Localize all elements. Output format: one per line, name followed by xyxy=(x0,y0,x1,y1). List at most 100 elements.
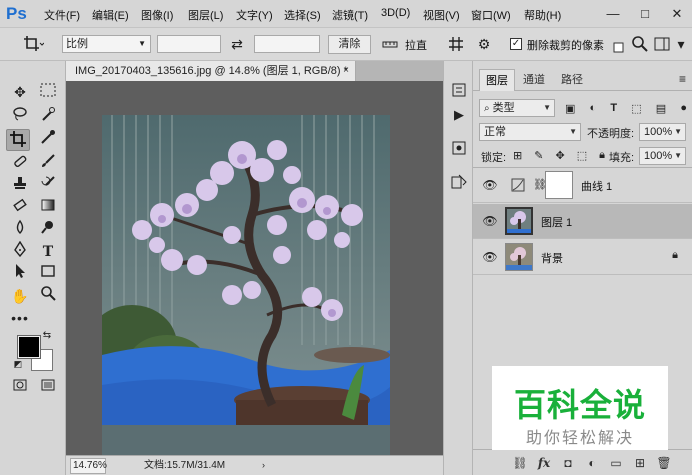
eraser-tool-icon[interactable] xyxy=(8,197,32,219)
dodge-tool-icon[interactable] xyxy=(36,219,60,241)
lasso-tool-icon[interactable] xyxy=(8,106,32,128)
zoom-tool-icon[interactable] xyxy=(36,285,60,307)
layer-filter-select[interactable]: ⌕ 类型 ▼ xyxy=(479,99,555,117)
chevron-down-icon[interactable]: ▾ xyxy=(672,34,690,54)
tab-channels[interactable]: 通道 xyxy=(517,69,551,91)
lock-icons: ⊞ ✎ ✥ ⬚ 🔒︎ xyxy=(513,147,605,163)
minimize-button[interactable]: — xyxy=(602,4,624,24)
watermark-logo: 百科全说 助你轻松解决 xyxy=(492,366,668,450)
swap-dimensions-icon[interactable]: ⇄ xyxy=(227,34,247,54)
history-panel-icon[interactable] xyxy=(449,81,469,101)
default-colors-icon[interactable]: ◩ xyxy=(12,358,24,370)
clear-button[interactable]: 清除 xyxy=(328,35,371,54)
crop-height-input[interactable] xyxy=(254,35,320,53)
brush-tool-icon[interactable] xyxy=(36,153,60,175)
lock-image-icon[interactable]: ✎ xyxy=(534,149,543,162)
smart-object-filter-icon[interactable]: ▤ xyxy=(656,102,666,115)
close-tab-icon[interactable]: × xyxy=(343,61,349,81)
type-filter-icon[interactable]: T xyxy=(610,102,617,114)
new-layer-icon[interactable]: ⊞ xyxy=(631,454,649,472)
blur-tool-icon[interactable] xyxy=(8,219,32,241)
mask-icon[interactable]: ◘ xyxy=(559,454,577,472)
play-actions-icon[interactable]: ▶ xyxy=(449,105,469,125)
eyedropper-tool-icon[interactable] xyxy=(36,129,60,151)
properties-panel-icon[interactable] xyxy=(449,139,469,159)
overlay-grid-icon[interactable] xyxy=(446,34,466,54)
swap-colors-icon[interactable]: ⇆ xyxy=(40,329,54,343)
chevron-right-icon[interactable]: › xyxy=(262,456,265,475)
history-brush-tool-icon[interactable] xyxy=(36,175,60,197)
eye-icon[interactable]: 👁︎ xyxy=(482,250,498,264)
foreground-color-swatch[interactable] xyxy=(17,335,41,359)
menu-help[interactable]: 帮助(H) xyxy=(524,7,561,23)
menu-edit[interactable]: 编辑(E) xyxy=(92,7,129,23)
hand-tool-icon[interactable]: ✋ xyxy=(8,285,32,307)
menu-image[interactable]: 图像(I) xyxy=(141,7,173,23)
marquee-tool-icon[interactable] xyxy=(36,81,60,103)
menu-filter[interactable]: 滤镜(T) xyxy=(332,7,368,23)
crop-tool-icon[interactable] xyxy=(6,129,30,151)
tab-paths[interactable]: 路径 xyxy=(555,69,589,91)
layer-row-layer1[interactable]: 👁︎ 图层 1 xyxy=(473,204,692,239)
lock-icon[interactable]: 🔒︎ xyxy=(672,249,678,262)
zoom-level-field[interactable]: 14.76% xyxy=(70,458,107,474)
menu-select[interactable]: 选择(S) xyxy=(284,7,321,23)
crop-tool-preset-icon[interactable] xyxy=(20,34,46,54)
adjustments-panel-icon[interactable] xyxy=(449,173,469,193)
screen-mode-icon[interactable] xyxy=(36,377,60,399)
straighten-icon[interactable] xyxy=(380,34,400,54)
quick-select-tool-icon[interactable] xyxy=(36,106,60,128)
bonsai-photo[interactable] xyxy=(102,115,390,475)
adjustment-icon[interactable]: ◐ xyxy=(583,454,601,472)
close-button[interactable]: ✕ xyxy=(666,4,688,24)
panel-menu-icon[interactable]: ≡ xyxy=(679,72,686,86)
adjustment-filter-icon[interactable]: ◐ xyxy=(590,102,597,114)
lock-all-icon[interactable]: 🔒︎ xyxy=(599,149,605,162)
type-tool-icon[interactable]: T xyxy=(36,241,60,263)
menu-layer[interactable]: 图层(L) xyxy=(188,7,223,23)
filter-toggle-icon[interactable]: ● xyxy=(680,102,687,114)
layer-row-background[interactable]: 👁︎ 背景 🔒︎ xyxy=(473,240,692,275)
eye-icon[interactable]: 👁︎ xyxy=(482,214,498,228)
fill-input[interactable]: 100% ▼ xyxy=(639,147,686,165)
menu-type[interactable]: 文字(Y) xyxy=(236,7,273,23)
search-icon[interactable] xyxy=(630,34,650,54)
blend-mode-select[interactable]: 正常 ▼ xyxy=(479,123,581,141)
quick-mask-icon[interactable] xyxy=(8,377,32,399)
trash-icon[interactable]: 🗑︎ xyxy=(655,454,673,472)
straighten-label[interactable]: 拉直 xyxy=(405,37,427,53)
crop-width-input[interactable] xyxy=(157,35,221,53)
opacity-input[interactable]: 100% ▼ xyxy=(639,123,686,141)
pen-tool-icon[interactable] xyxy=(8,240,32,263)
path-selection-tool-icon[interactable] xyxy=(8,263,32,285)
lock-transparent-icon[interactable]: ⊞ xyxy=(513,149,522,162)
tab-layers[interactable]: 图层 xyxy=(479,69,515,91)
eye-icon[interactable]: 👁︎ xyxy=(482,178,498,192)
gear-icon[interactable]: ⚙ xyxy=(474,34,494,54)
rectangle-tool-icon[interactable] xyxy=(36,263,60,285)
lock-position-icon[interactable]: ✥ xyxy=(555,149,564,162)
fx-icon[interactable]: fx xyxy=(535,454,553,472)
crop-ratio-select[interactable]: 比例 ▼ xyxy=(62,35,151,53)
move-tool-icon[interactable]: ✥ xyxy=(8,81,32,103)
panel-tabs: 图层 通道 路径 ≡ xyxy=(473,69,692,91)
healing-brush-tool-icon[interactable] xyxy=(8,153,32,175)
document-tab[interactable]: IMG_20170403_135616.jpg @ 14.8% (图层 1, R… xyxy=(66,61,356,81)
menu-file[interactable]: 文件(F) xyxy=(44,7,80,23)
lock-artboard-icon[interactable]: ⬚ xyxy=(577,149,587,162)
pixel-filter-icon[interactable]: ▣ xyxy=(565,102,575,115)
more-tools-icon[interactable]: ••• xyxy=(8,307,32,329)
menu-window[interactable]: 窗口(W) xyxy=(471,7,511,23)
clone-stamp-tool-icon[interactable] xyxy=(8,175,32,197)
gradient-tool-icon[interactable] xyxy=(36,197,60,219)
group-icon[interactable]: ▭ xyxy=(607,454,625,472)
layer-mask-thumbnail[interactable] xyxy=(545,171,573,199)
link-icon[interactable]: ⛓︎ xyxy=(511,454,529,472)
shape-filter-icon[interactable]: ⬚ xyxy=(631,102,641,115)
maximize-button[interactable]: □ xyxy=(634,4,656,24)
menu-view[interactable]: 视图(V) xyxy=(423,7,460,23)
menu-3d[interactable]: 3D(D) xyxy=(381,7,410,19)
workspace-icon[interactable] xyxy=(652,34,672,54)
delete-cropped-checkbox[interactable]: ✓ xyxy=(510,38,522,50)
layer-row-curves[interactable]: 👁︎ ⛓︎ 曲线 1 xyxy=(473,168,692,203)
